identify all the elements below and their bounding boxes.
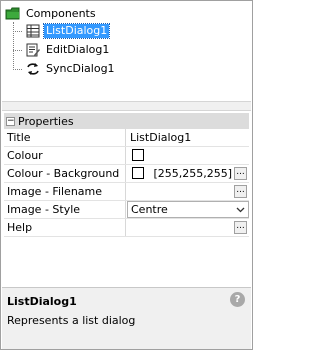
tree-connector <box>13 22 14 70</box>
tree-connector <box>13 69 22 70</box>
folder-icon <box>5 6 21 22</box>
property-value-help[interactable]: ... <box>127 219 249 236</box>
help-title: ListDialog1 <box>7 295 77 308</box>
tree-node-label: Components <box>26 7 96 20</box>
property-row-colour: Colour <box>4 147 249 165</box>
category-label: Properties <box>18 114 74 128</box>
sync-dialog-icon <box>25 61 41 77</box>
tree-node-label: ListDialog1 <box>42 23 111 39</box>
tree-node-label: EditDialog1 <box>46 43 110 56</box>
tree-node-syncdialog1[interactable]: SyncDialog1 <box>25 61 117 77</box>
property-name: Title <box>4 129 126 146</box>
help-icon[interactable]: ? <box>230 292 245 307</box>
category-header[interactable]: − Properties <box>4 113 249 129</box>
image-style-dropdown[interactable]: Centre <box>127 201 249 218</box>
component-tree: Components ListDialog1 EditDialog1 SyncD… <box>2 2 251 101</box>
component-inspector: Components ListDialog1 EditDialog1 SyncD… <box>0 0 253 350</box>
property-row-colour-background: Colour - Background [255,255,255] ... <box>4 165 249 183</box>
colour-swatch <box>132 167 144 179</box>
tree-node-label: SyncDialog1 <box>46 62 115 75</box>
help-panel: ListDialog1 Represents a list dialog ? <box>2 287 251 349</box>
property-row-image-style: Image - Style Centre <box>4 201 249 219</box>
dropdown-value: Centre <box>131 203 168 216</box>
property-name: Colour - Background <box>4 165 126 182</box>
edit-dialog-icon <box>25 42 41 58</box>
tree-node-listdialog1[interactable]: ListDialog1 <box>25 23 111 39</box>
help-description: Represents a list dialog <box>7 314 136 327</box>
property-value-colour-background[interactable]: [255,255,255] ... <box>127 165 249 182</box>
tree-connector <box>13 31 22 32</box>
property-value-title[interactable]: ListDialog1 <box>127 129 249 146</box>
property-row-title: Title ListDialog1 <box>4 129 249 147</box>
tree-node-editdialog1[interactable]: EditDialog1 <box>25 42 111 58</box>
collapse-icon[interactable]: − <box>6 116 15 126</box>
property-name: Image - Style <box>4 201 126 218</box>
tree-node-components[interactable]: Components <box>5 6 98 22</box>
panel-splitter[interactable] <box>2 101 251 111</box>
property-value-image-filename[interactable]: ... <box>127 183 249 200</box>
property-grid: − Properties Title ListDialog1 Colour Co… <box>4 113 249 285</box>
property-value-colour[interactable] <box>127 147 249 164</box>
colour-value: [255,255,255] <box>153 167 233 180</box>
property-name: Image - Filename <box>4 183 126 200</box>
ellipsis-button[interactable]: ... <box>234 167 247 180</box>
tree-connector <box>13 50 22 51</box>
list-dialog-icon <box>25 23 41 39</box>
property-row-help: Help ... <box>4 219 249 237</box>
ellipsis-button[interactable]: ... <box>234 221 247 234</box>
property-name: Colour <box>4 147 126 164</box>
property-name: Help <box>4 219 126 236</box>
property-row-image-filename: Image - Filename ... <box>4 183 249 201</box>
ellipsis-button[interactable]: ... <box>234 185 247 198</box>
colour-swatch <box>132 149 144 161</box>
